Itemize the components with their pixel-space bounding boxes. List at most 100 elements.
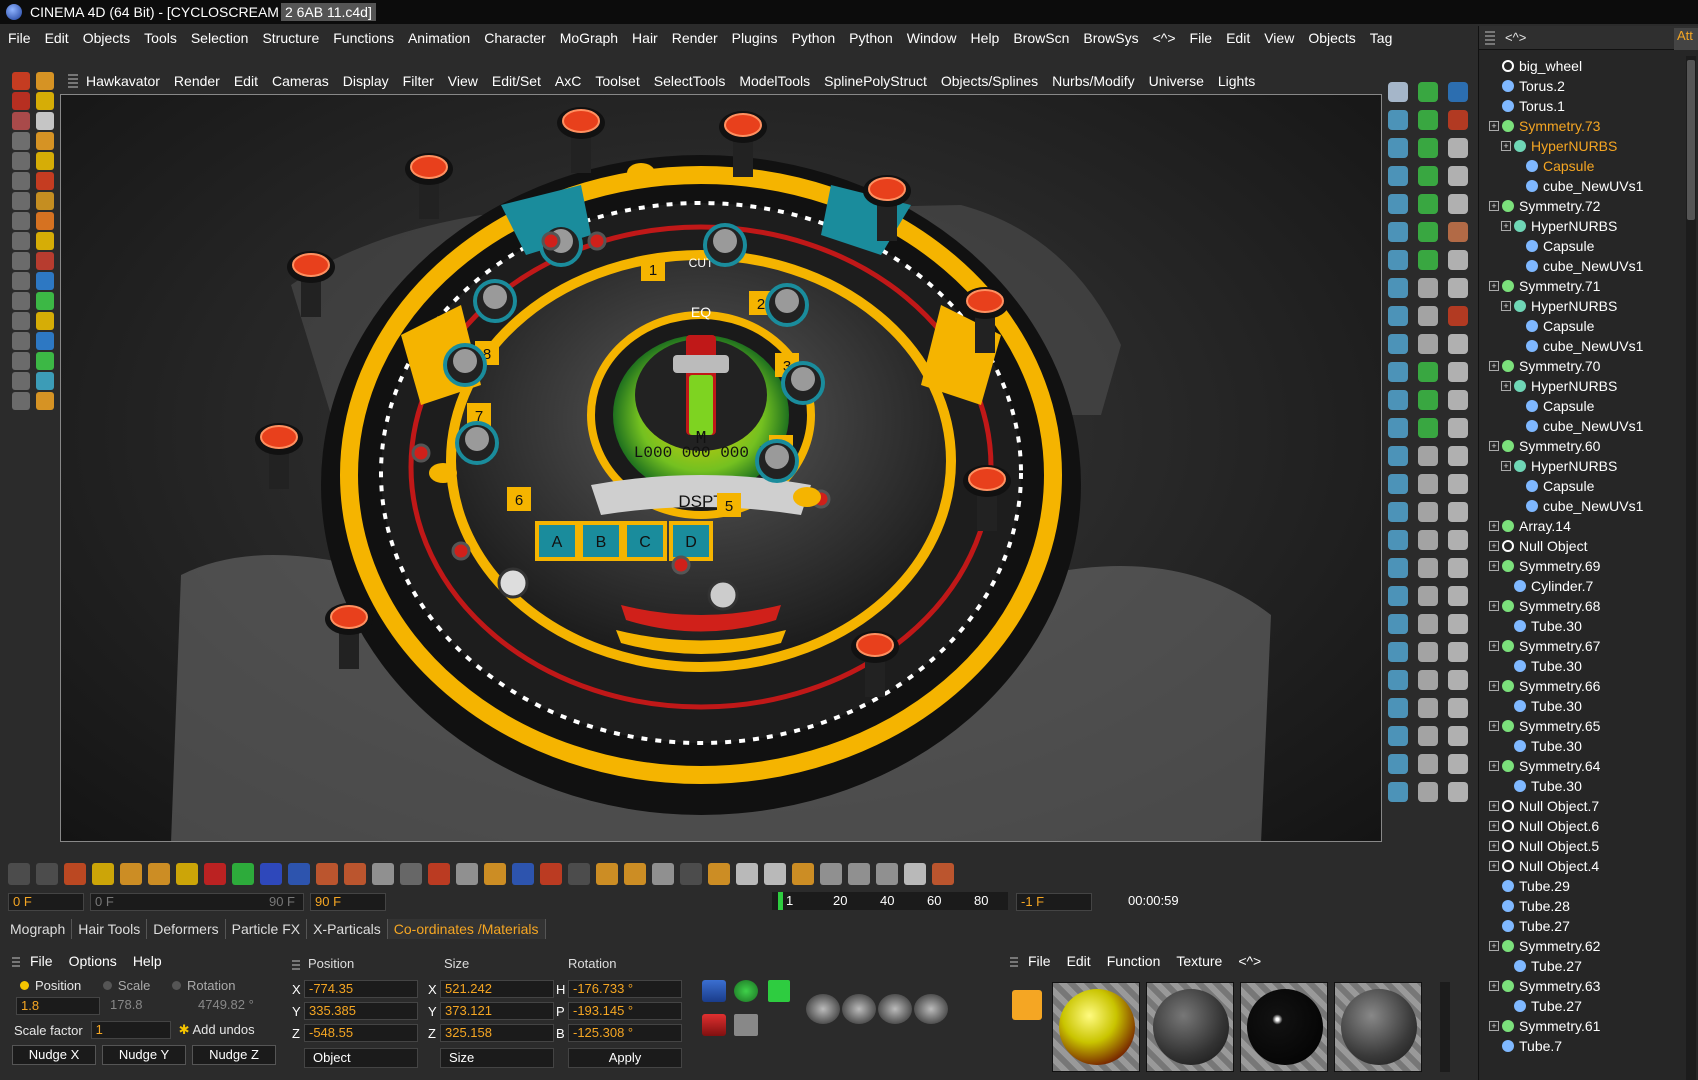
object-row[interactable]: +Tube.7: [1479, 1036, 1679, 1056]
rotation-p-field[interactable]: -193.145 °: [568, 1002, 682, 1020]
toolbar-icon[interactable]: [36, 863, 58, 885]
camera-lens-icon[interactable]: [806, 994, 840, 1024]
nudge-menu-options[interactable]: Options: [69, 953, 117, 969]
tool-icon[interactable]: [12, 332, 30, 350]
toolbar-icon[interactable]: [568, 863, 590, 885]
object-row[interactable]: +Tube.30: [1479, 736, 1679, 756]
object-create-icon[interactable]: [1448, 166, 1468, 186]
toolbar-icon[interactable]: [148, 863, 170, 885]
object-create-icon[interactable]: [1418, 390, 1438, 410]
object-row[interactable]: + Null Object: [1479, 536, 1679, 556]
object-create-icon[interactable]: [1388, 614, 1408, 634]
tool-icon[interactable]: [12, 252, 30, 270]
expand-icon[interactable]: +: [1489, 861, 1499, 871]
object-create-icon[interactable]: [1388, 502, 1408, 522]
viewport-menu-item[interactable]: SplinePolyStruct: [824, 73, 927, 89]
size-mode-dropdown[interactable]: Size: [440, 1048, 554, 1068]
object-create-icon[interactable]: [1418, 194, 1438, 214]
toolbar-icon[interactable]: [820, 863, 842, 885]
object-create-icon[interactable]: [1448, 222, 1468, 242]
object-row[interactable]: + Symmetry.69: [1479, 556, 1679, 576]
toolbar-icon[interactable]: [456, 863, 478, 885]
expand-icon[interactable]: +: [1489, 761, 1499, 771]
position-z-field[interactable]: -548.55: [304, 1024, 418, 1042]
range-slider[interactable]: 0 F 90 F: [90, 893, 304, 911]
rotation-b-field[interactable]: -125.308 °: [568, 1024, 682, 1042]
tool-icon[interactable]: [36, 72, 54, 90]
object-manager-menu[interactable]: <^>: [1505, 30, 1526, 45]
main-menu-item[interactable]: <^>: [1153, 30, 1176, 46]
panel-tab[interactable]: Deformers: [147, 919, 226, 939]
object-create-icon[interactable]: [1418, 474, 1438, 494]
object-create-icon[interactable]: [1388, 446, 1408, 466]
main-menu-item[interactable]: Animation: [408, 30, 470, 46]
object-row[interactable]: +Cylinder.7: [1479, 576, 1679, 596]
mode-position[interactable]: Position: [20, 978, 81, 993]
object-row[interactable]: + Symmetry.72: [1479, 196, 1679, 216]
toolbar-icon[interactable]: [64, 863, 86, 885]
expand-icon[interactable]: +: [1501, 301, 1511, 311]
object-create-icon[interactable]: [1388, 530, 1408, 550]
object-row[interactable]: +Tube.30: [1479, 776, 1679, 796]
grip-handle[interactable]: [292, 958, 300, 970]
expand-icon[interactable]: +: [1489, 601, 1499, 611]
toolbar-icon[interactable]: [736, 863, 758, 885]
object-create-icon[interactable]: [1418, 782, 1438, 802]
viewport-menu-item[interactable]: SelectTools: [654, 73, 726, 89]
tool-icon[interactable]: [12, 152, 30, 170]
tool-icon[interactable]: [36, 172, 54, 190]
object-row[interactable]: + HyperNURBS: [1479, 296, 1679, 316]
expand-icon[interactable]: +: [1489, 941, 1499, 951]
object-row[interactable]: + Symmetry.73: [1479, 116, 1679, 136]
material-swatch[interactable]: [1052, 982, 1140, 1072]
nudge-z-button[interactable]: Nudge Z: [192, 1045, 276, 1065]
nudge-menu-help[interactable]: Help: [133, 953, 162, 969]
nudge-x-button[interactable]: Nudge X: [12, 1045, 96, 1065]
object-create-icon[interactable]: [1448, 558, 1468, 578]
object-row[interactable]: + Symmetry.65: [1479, 716, 1679, 736]
object-create-icon[interactable]: [1448, 530, 1468, 550]
viewport-menu-item[interactable]: Edit: [234, 73, 258, 89]
main-menu-item[interactable]: Objects: [83, 30, 130, 46]
object-row[interactable]: + Symmetry.66: [1479, 676, 1679, 696]
toolbar-icon[interactable]: [764, 863, 786, 885]
viewport-menu-item[interactable]: Display: [343, 73, 389, 89]
main-menu-item[interactable]: Edit: [45, 30, 69, 46]
viewport-menu-item[interactable]: Hawkavator: [86, 73, 160, 89]
object-create-icon[interactable]: [1448, 586, 1468, 606]
object-create-icon[interactable]: [1418, 138, 1438, 158]
object-create-icon[interactable]: [1418, 670, 1438, 690]
toolbar-icon[interactable]: [652, 863, 674, 885]
main-menu-item[interactable]: View: [1264, 30, 1294, 46]
viewport-menu-item[interactable]: Objects/Splines: [941, 73, 1038, 89]
object-create-icon[interactable]: [1448, 698, 1468, 718]
tool-icon[interactable]: [36, 312, 54, 330]
3d-viewport[interactable]: M L000 000 000 H EQ CUT DSPT ABCD 123456…: [60, 94, 1382, 842]
object-create-icon[interactable]: [1448, 306, 1468, 326]
viewport-menu-item[interactable]: Nurbs/Modify: [1052, 73, 1134, 89]
panel-tab[interactable]: Hair Tools: [72, 919, 148, 939]
object-row[interactable]: +Tube.27: [1479, 956, 1679, 976]
object-create-icon[interactable]: [1418, 502, 1438, 522]
main-menu-item[interactable]: Window: [907, 30, 957, 46]
object-create-icon[interactable]: [1388, 586, 1408, 606]
toolbar-icon[interactable]: [596, 863, 618, 885]
object-create-icon[interactable]: [1418, 362, 1438, 382]
object-row[interactable]: +cube_NewUVs1: [1479, 176, 1679, 196]
tool-icon[interactable]: [36, 232, 54, 250]
object-create-icon[interactable]: [1388, 782, 1408, 802]
expand-icon[interactable]: +: [1489, 801, 1499, 811]
tool-icon[interactable]: [36, 332, 54, 350]
tool-icon[interactable]: [12, 132, 30, 150]
object-create-icon[interactable]: [1448, 754, 1468, 774]
object-create-icon[interactable]: [1448, 194, 1468, 214]
object-create-icon[interactable]: [1448, 474, 1468, 494]
panel-tab[interactable]: X-Particals: [307, 919, 388, 939]
object-row[interactable]: +cube_NewUVs1: [1479, 336, 1679, 356]
clapper-icon[interactable]: [1012, 990, 1042, 1020]
object-create-icon[interactable]: [1448, 278, 1468, 298]
object-create-icon[interactable]: [1388, 418, 1408, 438]
tool-icon[interactable]: [36, 392, 54, 410]
object-row[interactable]: + Null Object.4: [1479, 856, 1679, 876]
current-frame-field[interactable]: 0 F: [8, 893, 84, 911]
